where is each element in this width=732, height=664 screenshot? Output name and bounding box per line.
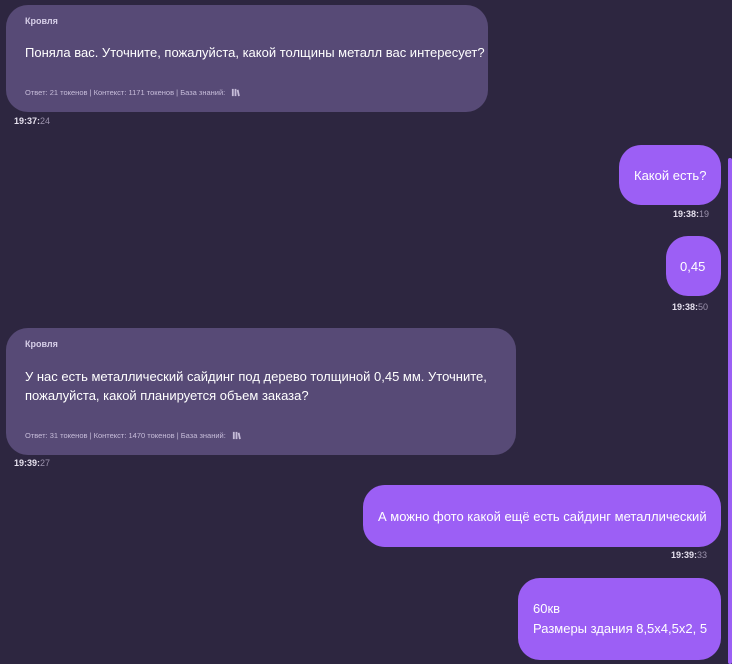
message-time: 19:37:24 xyxy=(14,116,51,126)
message-time: 19:39:27 xyxy=(14,458,51,468)
message-text-line-2: Размеры здания 8,5х4,5х2, 5 xyxy=(533,621,708,636)
message-text: А можно фото какой ещё есть сайдинг мета… xyxy=(378,508,707,524)
message-text: Какой есть? xyxy=(634,167,707,183)
message-text: Поняла вас. Уточните, пожалуйста, какой … xyxy=(25,45,485,60)
library-books-icon[interactable] xyxy=(231,88,241,97)
user-message: Какой есть? xyxy=(619,145,721,205)
message-meta: Ответ: 21 токенов | Контекст: 1171 токен… xyxy=(25,88,241,97)
user-message: 0,45 xyxy=(666,236,721,296)
meta-text: Ответ: 31 токенов | Контекст: 1470 токен… xyxy=(25,431,226,440)
message-time: 19:38:50 xyxy=(672,302,709,312)
message-text-line-2: пожалуйста, какой планируется объем зака… xyxy=(25,388,309,403)
message-time: 19:39:33 xyxy=(671,550,708,560)
meta-text: Ответ: 21 токенов | Контекст: 1171 токен… xyxy=(25,88,226,97)
scrollbar[interactable] xyxy=(728,158,732,664)
chat-window: Кровля Поняла вас. Уточните, пожалуйста,… xyxy=(0,0,732,664)
library-books-icon[interactable] xyxy=(232,431,241,440)
message-meta: Ответ: 31 токенов | Контекст: 1470 токен… xyxy=(25,431,241,440)
message-text-line-1: У нас есть металлический сайдинг под дер… xyxy=(25,369,487,384)
user-message: А можно фото какой ещё есть сайдинг мета… xyxy=(363,485,721,547)
sender-name: Кровля xyxy=(25,339,58,349)
sender-name: Кровля xyxy=(25,16,58,26)
bot-message: Кровля Поняла вас. Уточните, пожалуйста,… xyxy=(6,5,488,112)
message-text: 0,45 xyxy=(680,258,706,274)
message-time: 19:38:19 xyxy=(673,209,710,219)
bot-message: Кровля У нас есть металлический сайдинг … xyxy=(6,328,516,455)
message-text-line-1: 60кв xyxy=(533,601,561,616)
user-message: 60кв Размеры здания 8,5х4,5х2, 5 xyxy=(518,578,721,660)
